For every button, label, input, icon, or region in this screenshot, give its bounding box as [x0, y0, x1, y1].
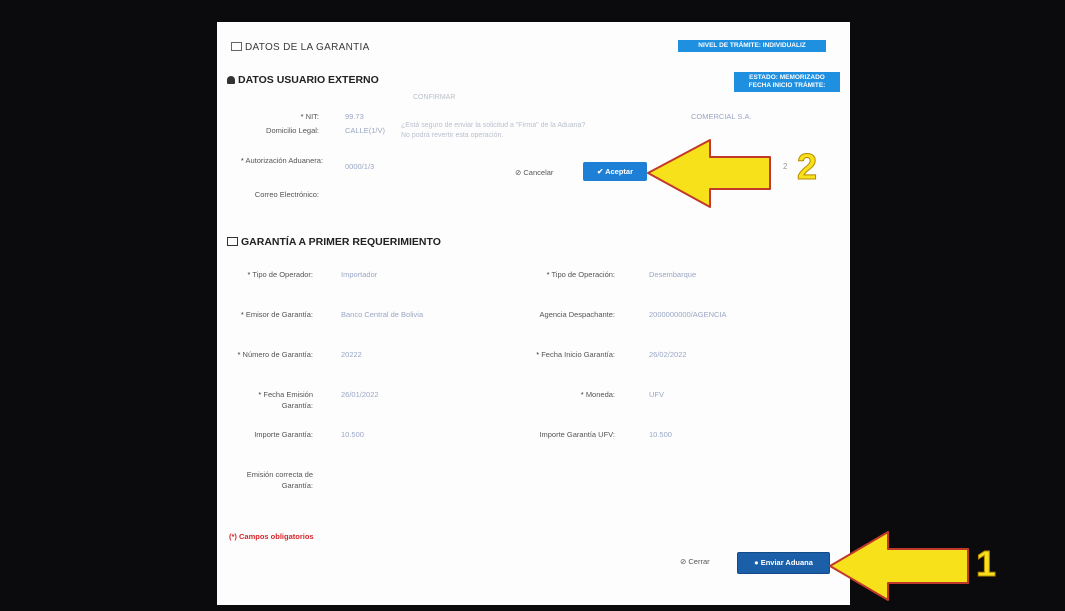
arrow-1-annotation — [829, 531, 969, 601]
annotation-overlay — [647, 139, 969, 601]
annotation-number-1: 1 — [975, 543, 997, 585]
arrow-2-annotation — [647, 139, 771, 208]
annotation-number-2: 2 — [796, 146, 818, 188]
